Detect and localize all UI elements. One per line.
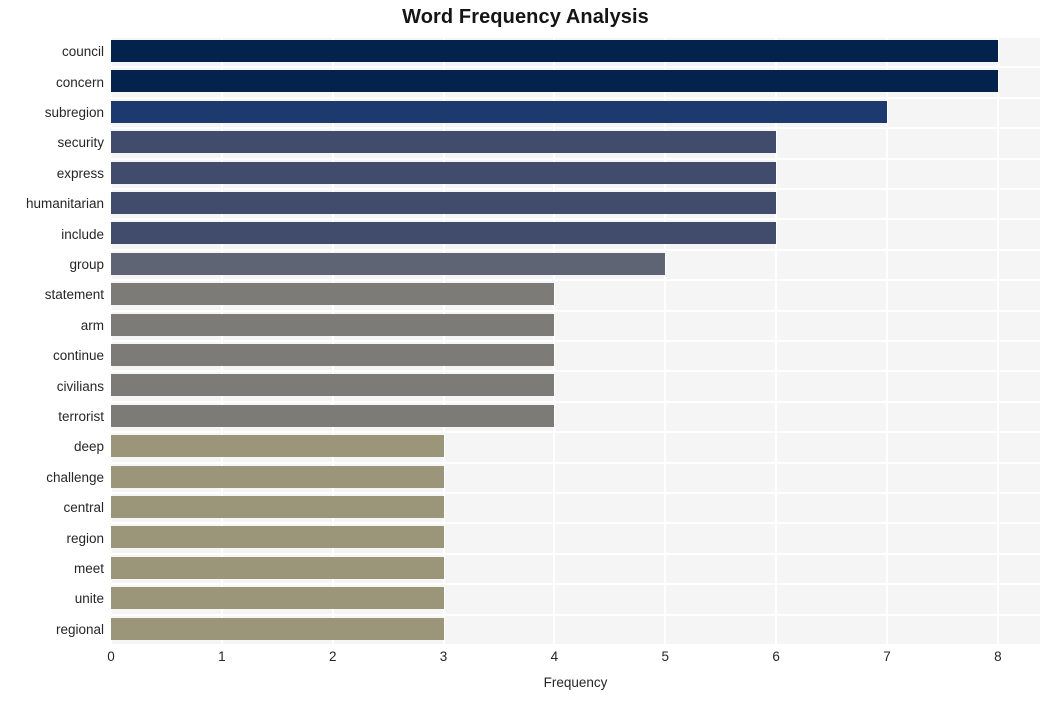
bar-row	[111, 219, 1040, 249]
x-axis-tick-label: 0	[107, 649, 115, 664]
bar	[111, 556, 444, 579]
chart-figure: Word Frequency Analysis council concern su…	[0, 0, 1051, 701]
y-axis-tick-label: concern	[55, 74, 104, 90]
bar-row	[111, 98, 1040, 128]
bar	[111, 252, 666, 275]
x-axis-tick-label: 8	[994, 649, 1002, 664]
bar	[111, 465, 444, 488]
y-axis-tick-label: statement	[44, 287, 104, 303]
y-axis-tick-label: subregion	[44, 105, 104, 120]
bar	[111, 496, 444, 518]
bar-row	[111, 341, 1040, 371]
bar	[111, 587, 444, 610]
bar	[111, 435, 444, 458]
y-axis-tick-label: continue	[52, 348, 104, 364]
bar	[111, 313, 555, 336]
bar-row	[111, 584, 1040, 614]
x-axis-tick-label: 5	[661, 649, 670, 664]
y-axis-tick-label: express	[56, 165, 104, 181]
y-axis-tick-label: regional	[55, 621, 104, 637]
bar	[111, 40, 998, 62]
bar-row	[111, 371, 1040, 401]
x-axis-tick-label: 1	[218, 649, 226, 664]
bar	[111, 404, 555, 427]
bar	[111, 100, 887, 123]
bar	[111, 526, 444, 549]
bar-row	[111, 311, 1040, 341]
bar-row	[111, 432, 1040, 462]
x-axis-tick-label: 7	[883, 649, 891, 664]
bar	[111, 283, 555, 306]
bar	[111, 617, 444, 640]
bar-row	[111, 554, 1040, 584]
x-axis-tick-label: 3	[439, 649, 448, 664]
x-axis-tick-labels: 0 1 2 3 4 5 6 7 8	[107, 649, 1040, 671]
y-axis-tick-labels: council concern subregion security express hu…	[0, 37, 104, 645]
bar-row	[111, 402, 1040, 432]
bar-row	[111, 159, 1040, 189]
y-axis-tick-label: region	[66, 530, 104, 546]
bar-row	[111, 493, 1040, 523]
bar	[111, 222, 777, 245]
y-axis-tick-label: central	[63, 500, 104, 516]
y-axis-tick-label: deep	[73, 439, 104, 455]
plot-area	[110, 36, 1040, 646]
bar	[111, 192, 777, 214]
y-axis-tick-label: meet	[73, 561, 104, 576]
y-axis-tick-label: terrorist	[58, 409, 104, 424]
bar	[111, 70, 998, 93]
bar-row	[111, 615, 1040, 645]
x-axis-title: Frequency	[543, 675, 608, 690]
x-axis-tick-label: 2	[328, 649, 337, 664]
y-axis-tick-label: arm	[80, 317, 104, 333]
y-axis-tick-label: unite	[74, 591, 104, 607]
y-axis-tick-label: council	[61, 44, 104, 60]
y-axis-tick-label: civilians	[56, 378, 104, 394]
bar-row	[111, 189, 1040, 219]
chart-title: Word Frequency Analysis	[402, 6, 649, 28]
bar	[111, 131, 777, 154]
bar	[111, 344, 555, 366]
bar	[111, 161, 777, 184]
y-axis-tick-label: group	[69, 257, 104, 272]
y-axis-tick-label: challenge	[46, 469, 104, 485]
bar-row	[111, 67, 1040, 97]
y-axis-tick-label: security	[57, 135, 104, 151]
bar-row	[111, 280, 1040, 310]
x-axis-tick-label: 4	[550, 649, 559, 664]
bar-row	[111, 463, 1040, 493]
bar-row	[111, 128, 1040, 158]
y-axis-tick-label: humanitarian	[25, 196, 104, 212]
bar	[111, 374, 555, 397]
x-axis-tick-label: 6	[772, 649, 780, 664]
y-axis-tick-label: include	[61, 226, 104, 242]
bar-row	[111, 523, 1040, 553]
bar-row	[111, 250, 1040, 280]
bar-row	[111, 37, 1040, 67]
